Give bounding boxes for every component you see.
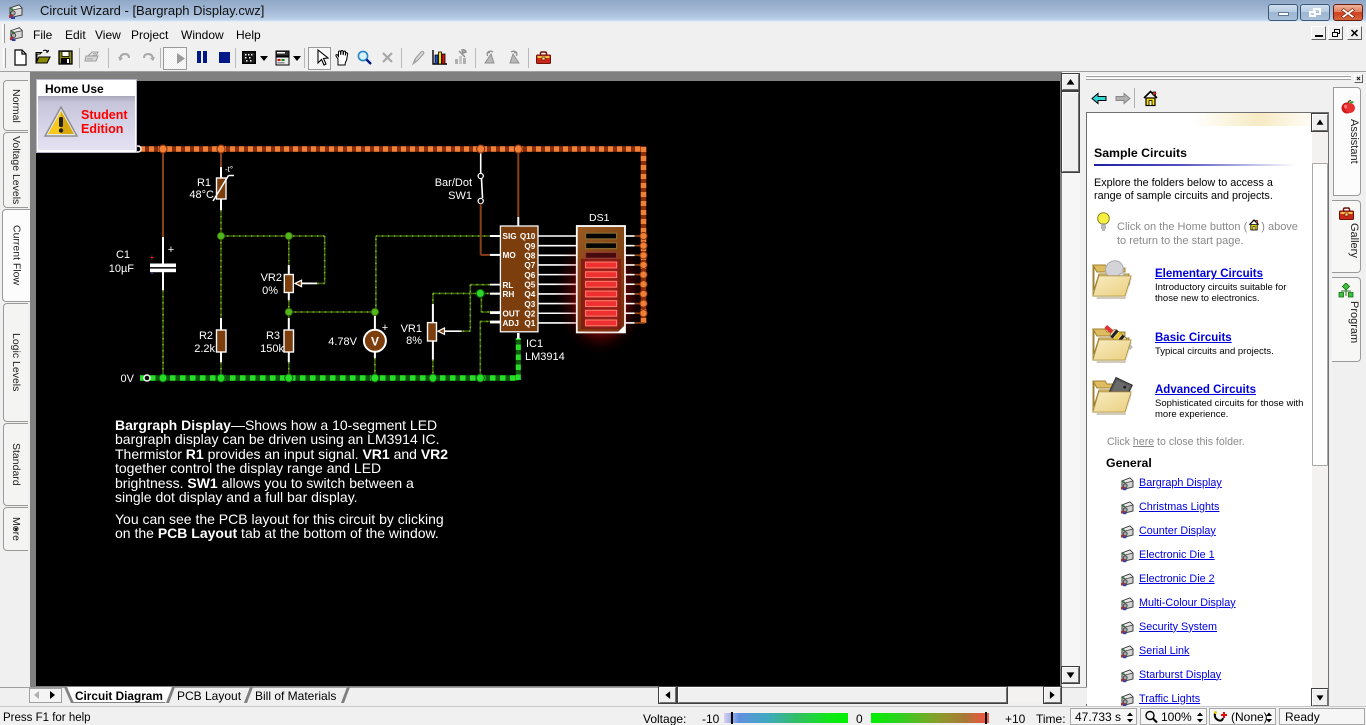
- svg-text:DS1: DS1: [589, 212, 610, 224]
- svg-text:R2: R2: [199, 330, 213, 342]
- svg-text:MO: MO: [503, 251, 517, 260]
- svg-text:Q3: Q3: [524, 300, 535, 309]
- svg-text:VR1: VR1: [401, 323, 422, 335]
- svg-text:4.78V: 4.78V: [328, 336, 357, 348]
- svg-text:Q10: Q10: [520, 232, 536, 241]
- svg-text:-: -: [151, 268, 154, 278]
- svg-text:IC1: IC1: [526, 338, 543, 350]
- svg-text:Q2: Q2: [524, 309, 535, 318]
- svg-text:0V: 0V: [121, 373, 135, 385]
- svg-text:Q7: Q7: [524, 261, 535, 270]
- svg-text:VR2: VR2: [261, 272, 282, 284]
- svg-text:150k: 150k: [260, 343, 284, 355]
- svg-text:-t°: -t°: [225, 165, 233, 174]
- svg-text:10µF: 10µF: [109, 263, 135, 275]
- svg-text:+: +: [382, 322, 388, 334]
- svg-text:Bar/Dot: Bar/Dot: [435, 177, 472, 189]
- svg-text:RH: RH: [503, 290, 515, 299]
- svg-text:Q8: Q8: [524, 252, 535, 261]
- svg-text:8%: 8%: [406, 335, 422, 347]
- svg-text:R3: R3: [266, 330, 280, 342]
- svg-text:LM3914: LM3914: [525, 351, 565, 363]
- svg-text:ADJ: ADJ: [503, 319, 519, 328]
- svg-text:Q6: Q6: [524, 271, 535, 280]
- svg-text:Q9: Q9: [524, 242, 535, 251]
- svg-text:SW1: SW1: [448, 190, 472, 202]
- svg-text:OUT: OUT: [503, 309, 520, 318]
- svg-text:48°C: 48°C: [189, 189, 214, 201]
- svg-text:C1: C1: [116, 249, 130, 261]
- svg-text:2.2k: 2.2k: [194, 343, 215, 355]
- svg-text:R1: R1: [197, 177, 211, 189]
- svg-text:Q1: Q1: [524, 319, 535, 328]
- svg-text:+: +: [168, 244, 174, 256]
- svg-text:Q4: Q4: [524, 290, 535, 299]
- svg-text:RL: RL: [503, 281, 514, 290]
- svg-text:V: V: [371, 335, 379, 349]
- svg-text:Q5: Q5: [524, 280, 535, 289]
- svg-text:+: +: [150, 253, 155, 262]
- svg-text:SIG: SIG: [503, 232, 517, 241]
- svg-text:0%: 0%: [262, 285, 278, 297]
